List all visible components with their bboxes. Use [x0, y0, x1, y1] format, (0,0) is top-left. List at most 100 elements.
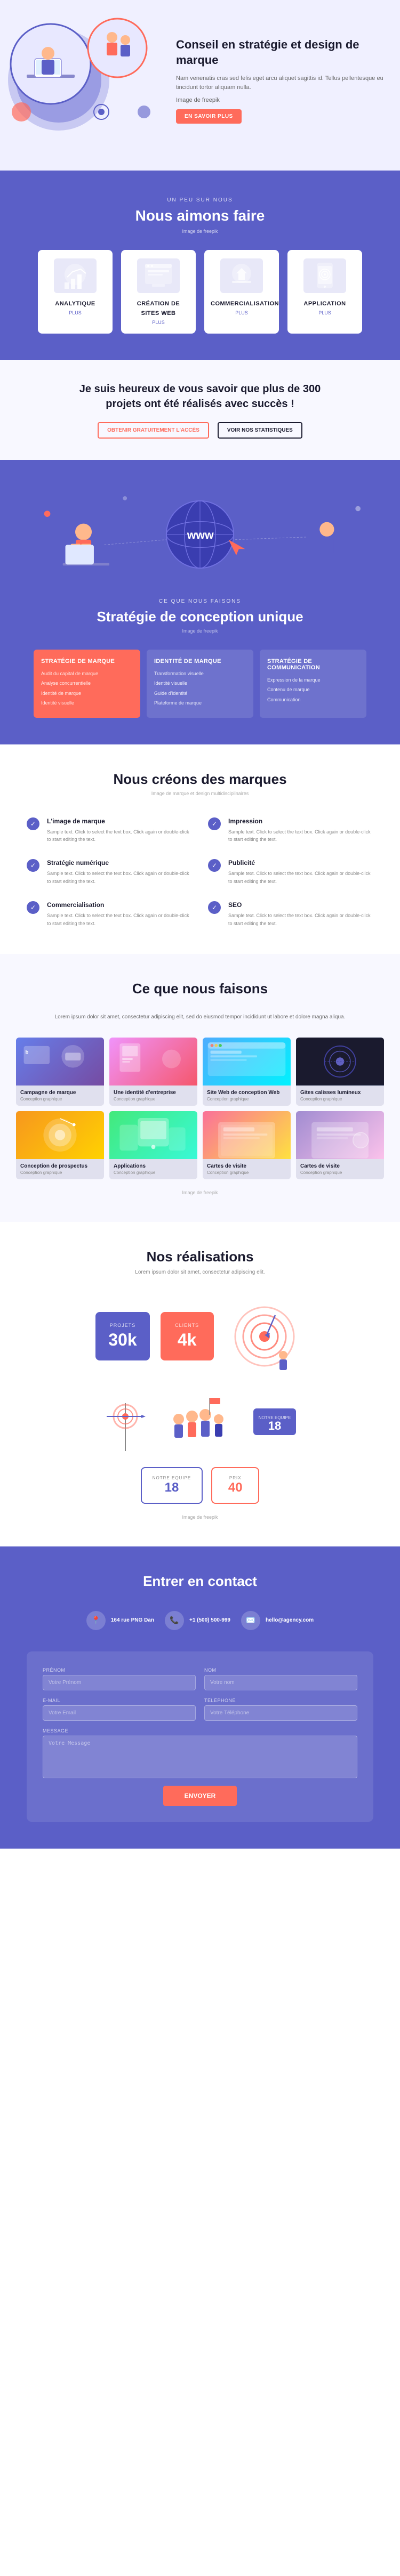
form-label-telephone: Téléphone — [204, 1698, 357, 1703]
service-plus-1[interactable]: PLUS — [127, 320, 189, 325]
people-illustration: NOTRE EQUIPE 18 — [21, 1387, 379, 1456]
services-grid: ANALYTIQUE PLUS CRÉATION DE SITES WEB PL… — [21, 250, 379, 334]
portfolio-item-2[interactable]: Site Web de conception Web Conception gr… — [203, 1038, 291, 1106]
brand-title-0: L'image de marque — [47, 817, 192, 825]
service-label-1: CRÉATION DE SITES WEB — [137, 301, 180, 317]
portfolio-grid: b Campagne de marque Conception graphiqu… — [16, 1038, 384, 1179]
contact-email: ✉️ hello@agency.com — [241, 1611, 314, 1630]
contact-form: Prénom Nom E-mail Téléphone Message — [27, 1651, 373, 1822]
stat-prix-label: PRIX — [223, 1476, 247, 1480]
service-card-sites[interactable]: CRÉATION DE SITES WEB PLUS — [121, 250, 196, 334]
portfolio-item-0[interactable]: b Campagne de marque Conception graphiqu… — [16, 1038, 104, 1106]
portfolio-title-4: Conception de prospectus — [20, 1163, 100, 1169]
hero-description: Nam venenatis cras sed felis eget arcu a… — [176, 74, 384, 92]
brand-check-icon-1: ✓ — [208, 817, 221, 830]
portfolio-thumb-5 — [109, 1111, 197, 1159]
prenom-input[interactable] — [43, 1675, 196, 1690]
service-label-0: ANALYTIQUE — [55, 301, 95, 307]
portfolio-tag-2: Conception graphique — [207, 1097, 286, 1101]
service-img-commercial — [220, 258, 263, 293]
stat-projets-value: 30k — [108, 1330, 137, 1350]
phone-icon: 📞 — [165, 1611, 184, 1630]
portfolio-thumb-6 — [203, 1111, 291, 1159]
message-textarea[interactable] — [43, 1736, 357, 1778]
portfolio-info-6: Cartes de visite Conception graphique — [203, 1159, 291, 1179]
service-img-analytique — [54, 258, 97, 293]
portfolio-title-7: Cartes de visite — [300, 1163, 380, 1169]
brand-desc-1: Sample text. Click to select the text bo… — [228, 828, 373, 844]
strategy-card-title-2: STRATÉGIE DE COMMUNICATION — [267, 658, 359, 671]
service-card-commercial[interactable]: COMMERCIALISATION PLUS — [204, 250, 279, 334]
portfolio-item-6[interactable]: Cartes de visite Conception graphique — [203, 1111, 291, 1179]
brand-item-1: ✓ Impression Sample text. Click to selec… — [208, 817, 373, 844]
portfolio-item-1[interactable]: Une identité d'entreprise Conception gra… — [109, 1038, 197, 1106]
about-title: Nous aimons faire — [21, 207, 379, 224]
contact-phone: 📞 +1 (500) 500-999 — [165, 1611, 230, 1630]
email-icon: ✉️ — [241, 1611, 260, 1630]
realisations-section: Nos réalisations Lorem ipsum dolor sit a… — [0, 1222, 400, 1546]
service-card-app[interactable]: APPLICATION PLUS — [287, 250, 362, 334]
portfolio-item-5[interactable]: Applications Conception graphique — [109, 1111, 197, 1179]
service-plus-0[interactable]: PLUS — [44, 310, 106, 315]
contact-phone-text: +1 (500) 500-999 — [189, 1617, 230, 1623]
strategy-card-1[interactable]: IDENTITÉ DE MARQUE Transformation visuel… — [147, 650, 253, 718]
strategy-title: Stratégie de conception unique — [21, 609, 379, 625]
submit-button[interactable]: ENVOYER — [163, 1786, 237, 1806]
portfolio-info-4: Conception de prospectus Conception grap… — [16, 1159, 104, 1179]
form-row-name: Prénom Nom — [43, 1667, 357, 1690]
target-illustration — [225, 1297, 305, 1376]
service-label-3: APPLICATION — [303, 301, 346, 307]
service-plus-2[interactable]: PLUS — [211, 310, 273, 315]
form-row-message: Message — [43, 1728, 357, 1778]
service-img-sites — [137, 258, 180, 293]
stats-banner: Je suis heureux de vous savoir que plus … — [0, 360, 400, 460]
strategy-section: www CE QUE NOUS FAISONS Stratégie de con… — [0, 460, 400, 744]
strategy-credit: Image de freepik — [21, 628, 379, 634]
stats-btn-access[interactable]: obtenir gratuitement l'accès — [98, 422, 209, 439]
stats-btn-stats[interactable]: voir nos statistiques — [218, 422, 302, 439]
brands-title: Nous créons des marques — [27, 771, 373, 788]
form-field-telephone: Téléphone — [204, 1698, 357, 1721]
portfolio-tag-6: Conception graphique — [207, 1170, 286, 1175]
stat-prix-value: 40 — [223, 1480, 247, 1495]
service-card-analytique[interactable]: ANALYTIQUE PLUS — [38, 250, 113, 334]
stat-clients-label: CLIENTS — [173, 1323, 201, 1328]
nom-input[interactable] — [204, 1675, 357, 1690]
svg-text:www: www — [187, 529, 214, 541]
portfolio-item-4[interactable]: Conception de prospectus Conception grap… — [16, 1111, 104, 1179]
portfolio-item-7[interactable]: Cartes de visite Conception graphique — [296, 1111, 384, 1179]
stat-equipe: NOTRE EQUIPE 18 — [141, 1467, 203, 1504]
stat-clients: CLIENTS 4k — [161, 1312, 214, 1360]
portfolio-tag-3: Conception graphique — [300, 1097, 380, 1101]
about-credit: Image de freepik — [21, 229, 379, 234]
portfolio-tag-5: Conception graphique — [114, 1170, 193, 1175]
svg-text:18: 18 — [268, 1419, 281, 1432]
whatwedo-section: Ce que nous faisons Lorem ipsum dolor si… — [0, 954, 400, 1222]
portfolio-title-1: Une identité d'entreprise — [114, 1090, 193, 1096]
form-field-message: Message — [43, 1728, 357, 1778]
strategy-card-0[interactable]: STRATÉGIE DE MARQUE Audit du capital de … — [34, 650, 140, 718]
brand-check-icon-5: ✓ — [208, 901, 221, 914]
form-field-email: E-mail — [43, 1698, 196, 1721]
strategy-card-2[interactable]: STRATÉGIE DE COMMUNICATION Expression de… — [260, 650, 366, 718]
stat-prix: PRIX 40 — [211, 1467, 259, 1504]
strategy-eyebrow: CE QUE NOUS FAISONS — [21, 598, 379, 604]
service-plus-3[interactable]: PLUS — [294, 310, 356, 315]
form-label-message: Message — [43, 1728, 357, 1733]
brand-title-4: Commercialisation — [47, 901, 192, 909]
contact-address-text: 164 rue PNG Dan — [111, 1617, 154, 1623]
portfolio-item-3[interactable]: Gites calisses lumineux Conception graph… — [296, 1038, 384, 1106]
email-input[interactable] — [43, 1705, 196, 1721]
service-img-app — [303, 258, 346, 293]
brands-credit: Image de marque et design multidisciplin… — [27, 791, 373, 796]
brand-item-3: ✓ Publicité Sample text. Click to select… — [208, 859, 373, 885]
portfolio-thumb-0: b — [16, 1038, 104, 1086]
portfolio-tag-1: Conception graphique — [114, 1097, 193, 1101]
form-label-prenom: Prénom — [43, 1667, 196, 1673]
strategy-cards: STRATÉGIE DE MARQUE Audit du capital de … — [21, 650, 379, 718]
brand-check-icon-4: ✓ — [27, 901, 39, 914]
telephone-input[interactable] — [204, 1705, 357, 1721]
stats-row-2: NOTRE EQUIPE 18 PRIX 40 — [21, 1467, 379, 1504]
portfolio-thumb-7 — [296, 1111, 384, 1159]
hero-cta-button[interactable]: EN SAVOIR PLUS — [176, 109, 242, 124]
